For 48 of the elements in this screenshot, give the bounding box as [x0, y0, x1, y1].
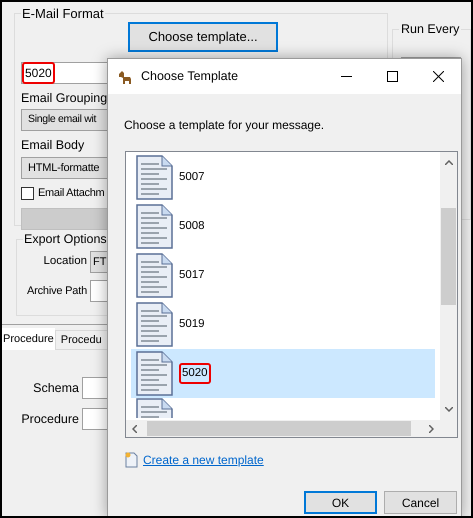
document-icon — [136, 204, 173, 249]
vertical-scrollbar[interactable] — [440, 152, 457, 420]
template-name: 5008 — [179, 218, 205, 234]
template-item[interactable]: 5007 — [131, 153, 435, 202]
maximize-icon — [386, 71, 398, 82]
dog-icon — [117, 68, 133, 84]
scroll-thumb[interactable] — [441, 208, 456, 305]
group-title: E-Mail Format — [21, 5, 105, 23]
checkbox-label: Email Attachm — [38, 186, 104, 201]
template-value: 5020 — [22, 62, 55, 84]
horizontal-scrollbar[interactable] — [126, 420, 440, 437]
scroll-right-icon — [429, 424, 434, 432]
field-label: Location — [42, 254, 87, 270]
choose-template-button[interactable]: Choose template... — [128, 22, 278, 52]
template-item[interactable]: 5008 — [131, 202, 435, 251]
field-label: Email Body — [21, 137, 86, 154]
template-name: 5020 — [179, 362, 211, 384]
group-title: Run Every — [400, 21, 460, 38]
document-icon — [136, 155, 173, 200]
tab[interactable]: Procedu — [54, 330, 108, 350]
template-name: 5007 — [179, 170, 205, 185]
document-icon — [136, 302, 173, 347]
template-name: 5017 — [179, 268, 205, 283]
dialog-button[interactable]: OK — [304, 491, 377, 514]
dialog-title: Choose Template — [141, 68, 238, 86]
document-icon — [136, 351, 173, 396]
template-item[interactable]: 5020 — [131, 349, 435, 398]
scroll-up-icon — [444, 160, 452, 165]
template-item[interactable]: 5019 — [131, 300, 435, 349]
group-title: Export Options — [23, 231, 108, 248]
field-label: Archive Path — [26, 284, 87, 298]
minimize-icon — [340, 76, 352, 77]
field-label: Procedure — [20, 410, 79, 428]
field-label: Email Grouping — [21, 90, 108, 107]
field-label: Schema — [32, 380, 79, 397]
create-template-link[interactable]: Create a new template — [143, 451, 264, 469]
template-name: 5019 — [179, 316, 205, 332]
dialog-button[interactable]: Cancel — [384, 491, 457, 514]
template-item[interactable]: 5017 — [131, 251, 435, 300]
new-document-icon — [125, 452, 138, 468]
scroll-down-icon — [444, 407, 452, 412]
scroll-thumb[interactable] — [147, 421, 411, 436]
document-icon — [136, 253, 173, 298]
scroll-left-icon — [132, 424, 137, 432]
dialog-prompt: Choose a template for your message. — [124, 117, 326, 134]
close-icon — [432, 71, 444, 82]
tab[interactable]: Procedure — [2, 328, 55, 350]
checkbox[interactable] — [21, 186, 34, 200]
